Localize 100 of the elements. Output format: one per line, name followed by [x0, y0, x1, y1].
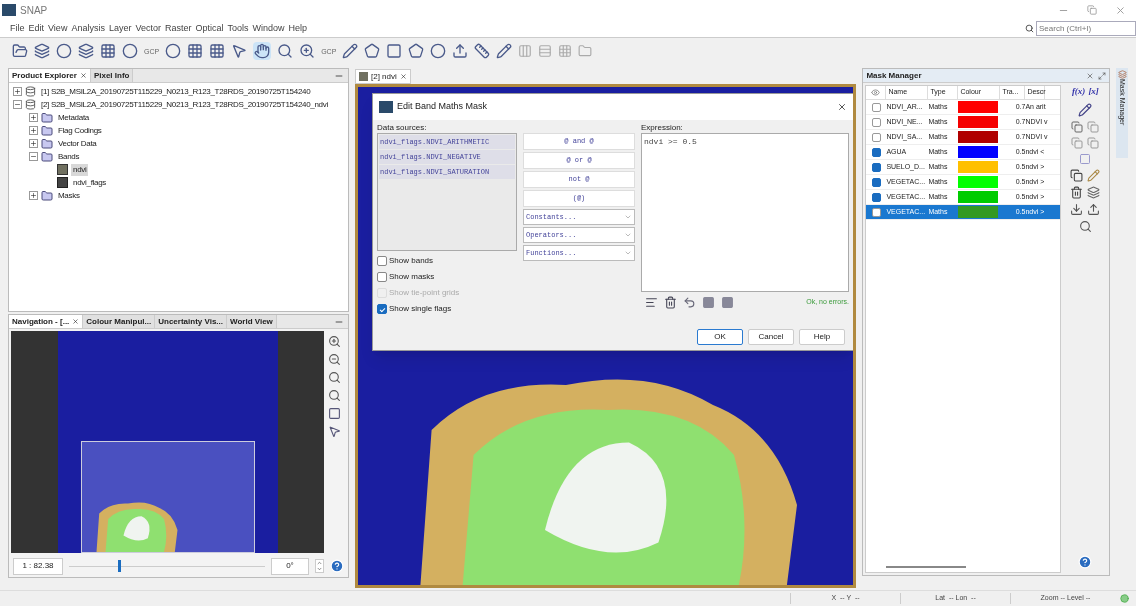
checkbox[interactable]: [871, 102, 881, 112]
checkbox[interactable]: [377, 272, 387, 282]
toolbar-icon[interactable]: [122, 43, 138, 59]
zoom-icon[interactable]: [1078, 219, 1092, 233]
menu-item[interactable]: File: [10, 21, 25, 36]
rotation-field[interactable]: 0°: [271, 557, 309, 575]
checkbox[interactable]: [871, 177, 881, 187]
toolbar-icon[interactable]: [231, 43, 248, 59]
sync-cursor-icon[interactable]: [328, 425, 341, 438]
tree-item[interactable]: [2] S2B_MSIL2A_20190725T115229_N0213_R123_T28RDS_20190725T154240_ndvi: [39, 98, 330, 111]
tool-button[interactable]: [x]: [1088, 85, 1099, 99]
toolbar-icon[interactable]: [209, 43, 226, 59]
menu-item[interactable]: Window: [252, 21, 285, 36]
colour-swatch[interactable]: [958, 161, 999, 173]
toolbar-icon[interactable]: [474, 43, 491, 59]
toolbar-icon[interactable]: [430, 43, 447, 59]
collapse-icon[interactable]: [29, 152, 38, 161]
checkbox[interactable]: [871, 147, 881, 157]
checkbox[interactable]: [377, 304, 387, 314]
tree-item[interactable]: Bands: [56, 150, 82, 163]
expression-field[interactable]: ndvi >= 0.5: [641, 133, 849, 292]
export-icon[interactable]: [1087, 202, 1101, 216]
menu-item[interactable]: Help: [288, 21, 307, 36]
toolbar-icon[interactable]: [56, 43, 72, 59]
scale-field[interactable]: 1 : 82.38: [13, 557, 63, 575]
toolbar-icon[interactable]: [342, 43, 359, 59]
expand-icon[interactable]: [13, 87, 22, 96]
collapse-icon[interactable]: [13, 100, 22, 109]
toolbar-icon[interactable]: [100, 43, 116, 59]
align-icon[interactable]: [645, 296, 658, 309]
colour-swatch[interactable]: [958, 191, 999, 203]
expand-icon[interactable]: [29, 126, 38, 135]
zoom-slider[interactable]: [69, 559, 265, 573]
import-icon[interactable]: [1070, 202, 1084, 216]
dialog-button[interactable]: OK: [697, 329, 743, 345]
expand-icon[interactable]: [29, 139, 38, 148]
menu-item[interactable]: Edit: [28, 21, 45, 36]
toolbar-icon[interactable]: [34, 43, 50, 59]
checkbox[interactable]: [871, 132, 881, 142]
help-icon[interactable]: [1078, 555, 1093, 569]
panel-tab[interactable]: World View: [227, 315, 277, 328]
tree-item[interactable]: [1] S2B_MSIL2A_20190725T115229_N0213_R123_T28RDS_20190725T154240: [39, 85, 313, 98]
checkbox[interactable]: [871, 162, 881, 172]
zoom-icon[interactable]: [328, 371, 341, 384]
eye-icon[interactable]: [871, 88, 881, 97]
tree-item[interactable]: Masks: [56, 189, 82, 202]
tree-item[interactable]: Vector Data: [56, 137, 99, 150]
tree-item[interactable]: ndvi_flags: [71, 176, 109, 189]
colour-swatch[interactable]: [958, 116, 999, 128]
toolbar-icon[interactable]: [254, 43, 271, 59]
image-view-tab[interactable]: [2] ndvi: [355, 69, 411, 84]
search-field[interactable]: Search (Ctrl+I): [1036, 21, 1136, 36]
dialog-button[interactable]: Help: [799, 329, 845, 345]
panel-tab[interactable]: Colour Manipul...: [83, 315, 156, 328]
panel-tab[interactable]: Product Explorer: [9, 69, 91, 82]
menu-item[interactable]: View: [48, 21, 68, 36]
toolbar-icon[interactable]: [386, 43, 403, 59]
tree-item[interactable]: Flag Codings: [56, 124, 104, 137]
toolbar-icon[interactable]: [452, 43, 469, 59]
toolbar-icon[interactable]: [496, 43, 513, 59]
zoom-out-icon[interactable]: [328, 353, 341, 366]
checkbox[interactable]: [377, 256, 387, 266]
trash-icon[interactable]: [1070, 185, 1084, 199]
undo-icon[interactable]: [683, 296, 696, 309]
toolbar-icon[interactable]: [299, 43, 316, 59]
checkbox[interactable]: [871, 117, 881, 127]
menu-item[interactable]: Optical: [195, 21, 224, 36]
toolbar-icon[interactable]: [78, 43, 94, 59]
toolbar-icon[interactable]: [165, 43, 182, 59]
colour-swatch[interactable]: [958, 146, 999, 158]
checkbox[interactable]: [871, 207, 881, 217]
toolbar-icon[interactable]: [12, 43, 28, 59]
menu-item[interactable]: Layer: [108, 21, 132, 36]
help-icon[interactable]: [330, 559, 344, 573]
colour-swatch[interactable]: [958, 101, 999, 113]
close-icon[interactable]: [837, 102, 847, 112]
colour-swatch[interactable]: [958, 206, 999, 218]
tree-item[interactable]: Metadata: [56, 111, 91, 124]
colour-swatch[interactable]: [958, 176, 999, 188]
float-icon[interactable]: [1098, 71, 1107, 80]
panel-tab[interactable]: Uncertainty Vis...: [155, 315, 227, 328]
panel-tab[interactable]: Pixel Info: [90, 69, 134, 82]
toolbar-icon[interactable]: [408, 43, 425, 59]
spinner-control[interactable]: [315, 559, 324, 573]
expand-icon[interactable]: [29, 191, 38, 200]
menu-item[interactable]: Raster: [164, 21, 192, 36]
menu-item[interactable]: Tools: [227, 21, 249, 36]
tool-button[interactable]: f(x): [1071, 85, 1086, 99]
panel-tab[interactable]: Navigation - [...: [9, 315, 84, 328]
checkbox[interactable]: [871, 192, 881, 202]
expand-icon[interactable]: [29, 113, 38, 122]
colour-swatch[interactable]: [958, 131, 999, 143]
menu-item[interactable]: Analysis: [71, 21, 105, 36]
copy-icon[interactable]: [1070, 168, 1084, 182]
trash-icon[interactable]: [664, 296, 677, 309]
toolbar-icon[interactable]: [277, 43, 294, 59]
toolbar-icon[interactable]: [187, 43, 204, 59]
menu-item[interactable]: Vector: [135, 21, 161, 36]
zoom-in-icon[interactable]: [328, 335, 341, 348]
tree-item[interactable]: ndvi: [71, 163, 89, 176]
